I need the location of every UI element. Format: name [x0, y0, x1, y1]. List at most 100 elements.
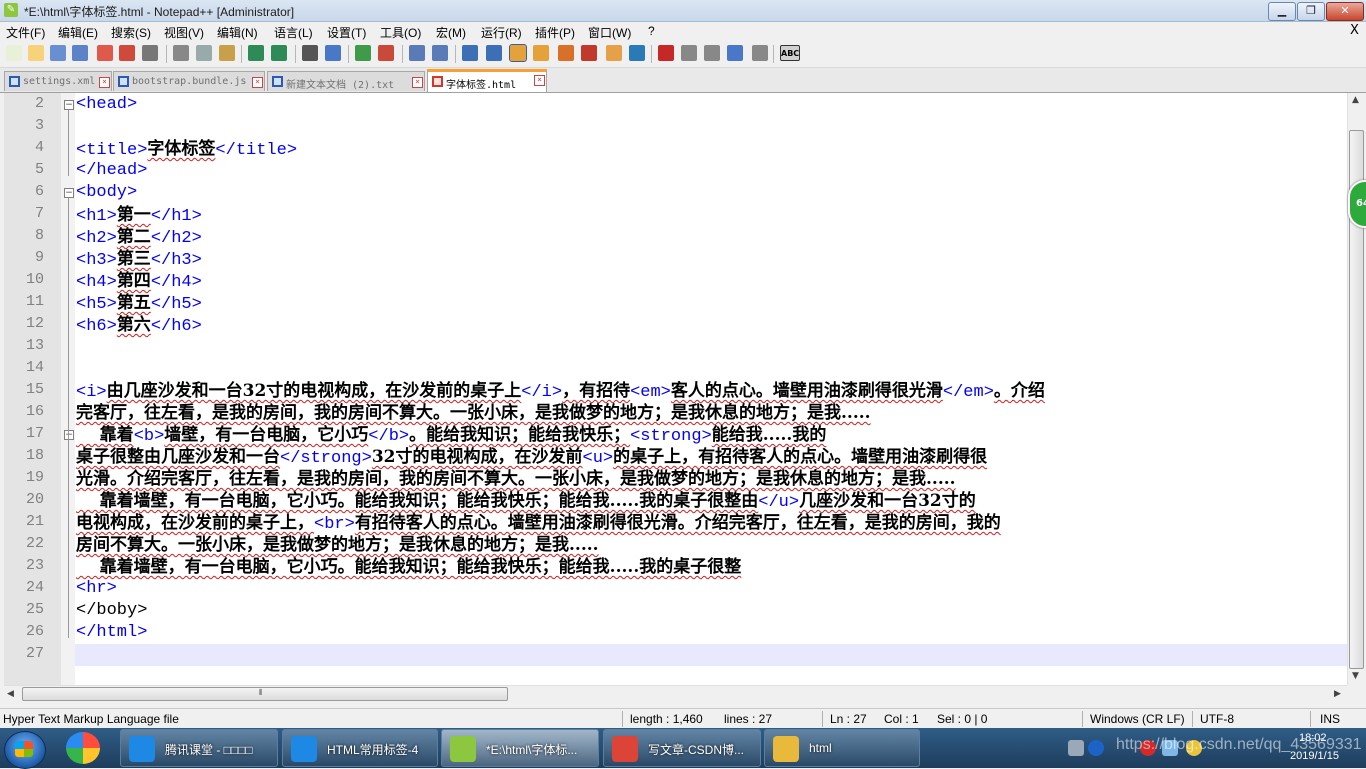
code-line[interactable]: 光滑。介绍完客厅，往左看，是我的房间，我的房间不算大。一张小床，是我做梦的地方；… — [76, 468, 956, 492]
code-line[interactable]: <body> — [76, 182, 137, 204]
status-insert-mode[interactable]: INS — [1320, 712, 1340, 726]
print-icon[interactable] — [142, 45, 158, 61]
tab-close-icon[interactable]: × — [99, 77, 110, 88]
code-line[interactable]: <h2>第二</h2> — [76, 226, 202, 250]
tab-3[interactable]: 新建文本文档 (2).txt × — [267, 71, 425, 91]
taskbar-button[interactable]: HTML常用标签-4 — [282, 729, 438, 767]
tab-close-icon[interactable]: × — [252, 77, 263, 88]
code-line[interactable]: <h4>第四</h4> — [76, 270, 202, 294]
code-line[interactable]: 靠着墙壁，有一台电脑，它小巧。能给我知识；能给我快乐；能给我.....我的桌子很… — [76, 556, 742, 580]
menu-item[interactable]: 窗口(W) — [588, 24, 631, 41]
minimize-button[interactable]: ▁ — [1268, 2, 1296, 21]
run-macro-multiple-icon[interactable] — [727, 45, 743, 61]
editor-area[interactable]: 2 3 4 5 6 7 8 9 10 11 12 13 14 15 16 17 18 19 20 21 22 23 24 25… — [4, 93, 1347, 685]
record-macro-icon[interactable] — [658, 45, 674, 61]
code-line[interactable]: <h5>第五</h5> — [76, 292, 202, 316]
keyboard-icon[interactable] — [1068, 740, 1084, 756]
code-line[interactable]: </html> — [76, 622, 147, 644]
doc-map-icon[interactable] — [558, 45, 574, 61]
floating-badge[interactable]: 64 — [1348, 180, 1366, 228]
play-macro-icon[interactable] — [704, 45, 720, 61]
scroll-right-icon[interactable]: ▶ — [1334, 689, 1341, 699]
redo-icon[interactable] — [271, 45, 287, 61]
code-line[interactable]: <h3>第三</h3> — [76, 248, 202, 272]
clock-date[interactable]: 2019/1/15 — [1290, 750, 1339, 762]
code-line[interactable]: <h1>第一</h1> — [76, 204, 202, 228]
menu-item[interactable]: 宏(M) — [436, 24, 466, 41]
menu-item[interactable]: 语言(L) — [274, 24, 313, 41]
save-all-icon[interactable] — [72, 45, 88, 61]
scroll-up-icon[interactable]: ▲ — [1352, 95, 1359, 105]
folder-workspace-icon[interactable] — [606, 45, 622, 61]
new-file-icon[interactable] — [6, 45, 22, 61]
code-line[interactable]: <i>由几座沙发和一台32寸的电视构成，在沙发前的桌子上</i>，有招待<em>… — [76, 380, 1045, 404]
close-all-icon[interactable] — [119, 45, 135, 61]
sync-v-icon[interactable] — [409, 45, 425, 61]
cut-icon[interactable] — [173, 45, 189, 61]
save-icon[interactable] — [50, 45, 66, 61]
wrap-icon[interactable] — [462, 45, 478, 61]
fold-toggle-icon[interactable]: − — [64, 430, 74, 440]
replace-icon[interactable] — [325, 45, 341, 61]
code-line[interactable]: <title>字体标签</title> — [76, 138, 297, 162]
taskbar-button[interactable]: html — [764, 729, 920, 767]
tab-2[interactable]: bootstrap.bundle.js × — [113, 71, 265, 91]
code-line[interactable]: 桌子很整由几座沙发和一台</strong>32寸的电视构成，在沙发前<u>的桌子… — [76, 446, 987, 470]
scroll-left-icon[interactable]: ◀ — [7, 689, 14, 699]
code-line[interactable]: <hr> — [76, 578, 117, 600]
pinned-app-icon[interactable] — [66, 732, 100, 764]
copy-icon[interactable] — [196, 45, 212, 61]
indent-guide-icon[interactable] — [509, 44, 527, 62]
maximize-button[interactable]: ❐ — [1297, 2, 1325, 21]
menu-item[interactable]: 插件(P) — [535, 24, 575, 41]
menu-item[interactable]: 运行(R) — [481, 24, 522, 41]
paste-icon[interactable] — [219, 45, 235, 61]
open-file-icon[interactable] — [28, 45, 44, 61]
status-eol[interactable]: Windows (CR LF) — [1090, 712, 1185, 726]
code-line[interactable]: 电视构成，在沙发前的桌子上，<br>有招待客人的点心。墙壁用油漆刷得很光滑。介绍… — [76, 512, 1001, 536]
stop-macro-icon[interactable] — [681, 45, 697, 61]
code-line[interactable]: 靠着墙壁，有一台电脑，它小巧。能给我知识；能给我快乐；能给我.....我的桌子很… — [76, 490, 976, 514]
tab-1[interactable]: settings.xml × — [4, 71, 112, 91]
help-icon[interactable] — [1088, 740, 1104, 756]
code-line[interactable]: 房间不算大。一张小床，是我做梦的地方；是我休息的地方；是我..... — [76, 534, 599, 558]
save-macro-icon[interactable] — [752, 45, 768, 61]
all-chars-icon[interactable] — [486, 45, 502, 61]
code-line[interactable]: <head> — [76, 94, 137, 116]
menu-item[interactable]: 视图(V) — [164, 24, 204, 41]
menu-item[interactable]: ? — [648, 24, 655, 38]
close-icon[interactable] — [97, 45, 113, 61]
menu-item[interactable]: 设置(T) — [327, 24, 366, 41]
taskbar-button[interactable]: 写文章-CSDN博... — [603, 729, 761, 767]
notepadpp-app-icon[interactable]: ✎ — [4, 3, 18, 17]
status-encoding[interactable]: UTF-8 — [1200, 712, 1234, 726]
close-document-icon[interactable]: X — [1350, 23, 1359, 38]
tab-4[interactable]: 字体标签.html × — [427, 69, 547, 92]
zoom-out-icon[interactable] — [378, 45, 394, 61]
scroll-down-icon[interactable]: ▼ — [1352, 671, 1359, 681]
zoom-in-icon[interactable] — [355, 45, 371, 61]
fold-toggle-icon[interactable]: − — [64, 100, 74, 110]
code-line[interactable]: 靠着<b>墙壁，有一台电脑，它小巧</b>。能给我知识；能给我快乐；<stron… — [76, 424, 827, 448]
code-line[interactable]: </boby> — [76, 600, 147, 622]
spell-check-icon[interactable]: ABC — [780, 45, 800, 61]
fold-toggle-icon[interactable]: − — [64, 188, 74, 198]
clock-time[interactable]: 18:02 — [1299, 732, 1327, 744]
undo-icon[interactable] — [248, 45, 264, 61]
taskbar-button[interactable]: 腾讯课堂 - □□□□ — [120, 729, 278, 767]
code-line[interactable]: </head> — [76, 160, 147, 182]
function-list-icon[interactable] — [581, 45, 597, 61]
monitor-icon[interactable] — [629, 45, 645, 61]
menu-item[interactable]: 编辑(N) — [217, 24, 258, 41]
menu-item[interactable]: 文件(F) — [6, 24, 45, 41]
tab-close-icon[interactable]: × — [534, 75, 545, 86]
tab-close-icon[interactable]: × — [412, 77, 423, 88]
sync-h-icon[interactable] — [432, 45, 448, 61]
close-window-button[interactable]: ✕ — [1326, 2, 1364, 21]
menu-item[interactable]: 搜索(S) — [111, 24, 151, 41]
udl-icon[interactable] — [533, 45, 549, 61]
find-icon[interactable] — [302, 45, 318, 61]
code-line[interactable]: 完客厅，往左看，是我的房间，我的房间不算大。一张小床，是我做梦的地方；是我休息的… — [76, 402, 871, 426]
horizontal-scroll-thumb[interactable]: ⦀ — [22, 687, 508, 701]
taskbar-button[interactable]: *E:\html\字体标... — [441, 729, 599, 767]
